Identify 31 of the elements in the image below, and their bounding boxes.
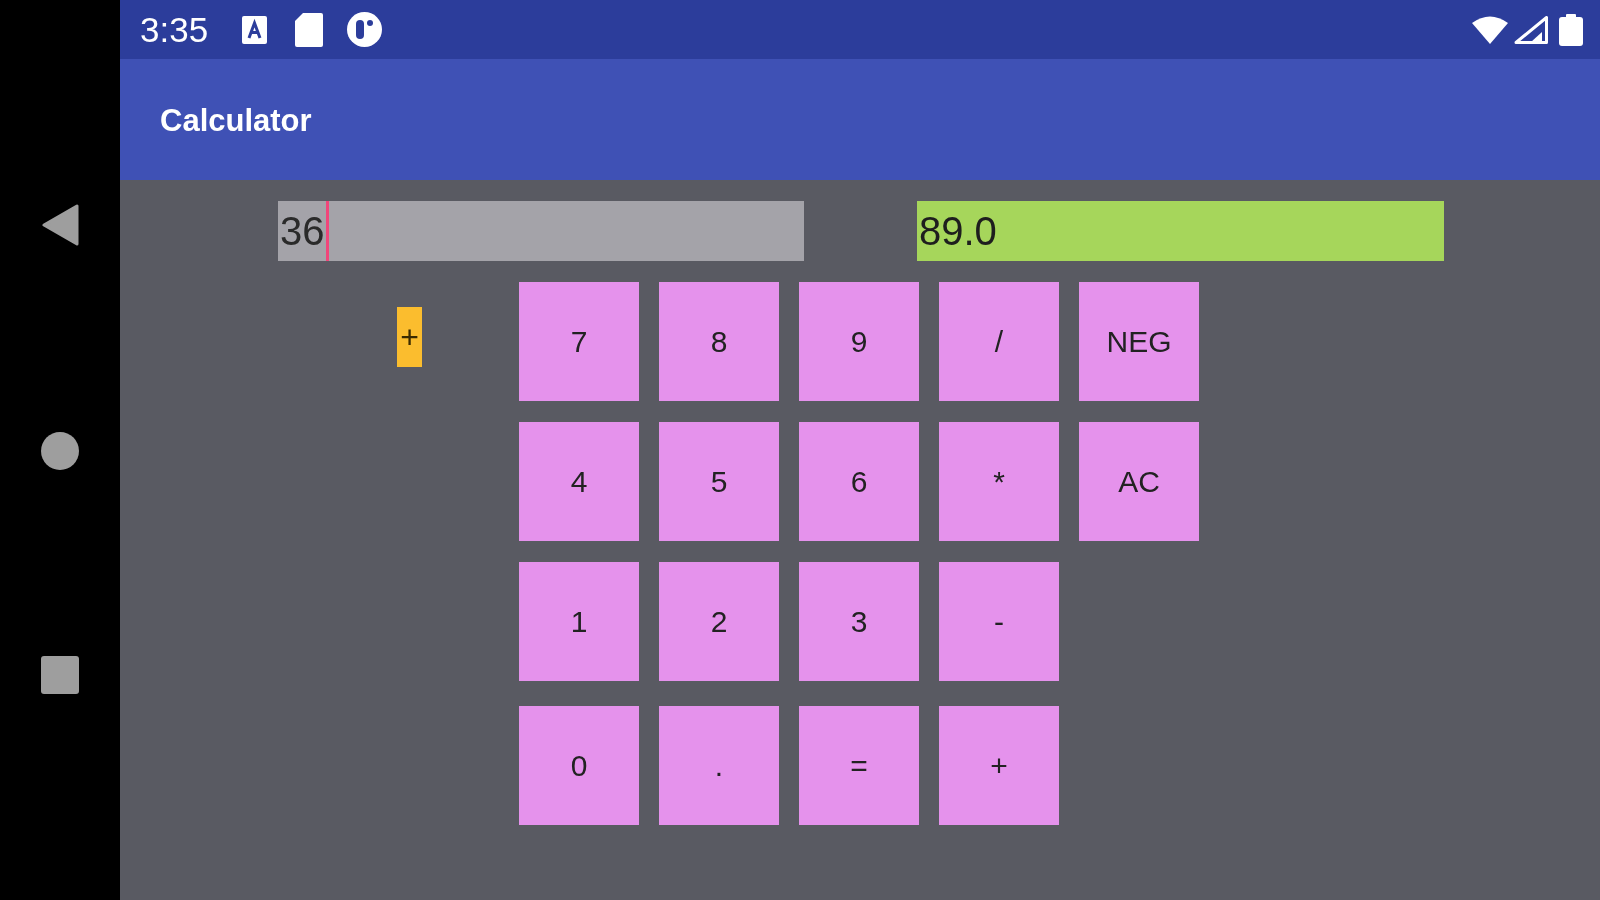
battery-icon [1559,13,1583,46]
keypad-key[interactable]: AC [1079,422,1199,541]
keypad-key[interactable]: 2 [659,562,779,681]
keypad-key[interactable]: - [939,562,1059,681]
operator-label: + [397,307,422,367]
keypad-key[interactable]: 6 [799,422,919,541]
keypad-key[interactable]: 1 [519,562,639,681]
keypad-key[interactable]: = [799,706,919,825]
keypad-key[interactable]: 8 [659,282,779,401]
status-time: 3:35 [140,12,209,47]
home-icon[interactable] [41,432,79,470]
keypad-key[interactable]: 9 [799,282,919,401]
result-field: 89.0 [917,201,1444,261]
keypad-key[interactable]: 3 [799,562,919,681]
back-icon[interactable] [41,204,79,246]
wifi-icon [1472,15,1508,44]
keypad-key[interactable]: + [939,706,1059,825]
keypad-key[interactable]: / [939,282,1059,401]
keypad-key[interactable]: NEG [1079,282,1199,401]
keypad-key[interactable]: 0 [519,706,639,825]
signal-icon [1514,15,1548,44]
input-field[interactable]: 36 [278,201,804,261]
keypad-key[interactable]: . [659,706,779,825]
keypad-key[interactable]: 4 [519,422,639,541]
keypad-key[interactable]: 7 [519,282,639,401]
app-title: Calculator [160,105,312,136]
sd-card-icon [295,12,324,47]
circle-badge-icon [347,12,383,47]
letter-tile-icon [242,15,268,44]
keypad-key[interactable]: * [939,422,1059,541]
keypad-key[interactable]: 5 [659,422,779,541]
